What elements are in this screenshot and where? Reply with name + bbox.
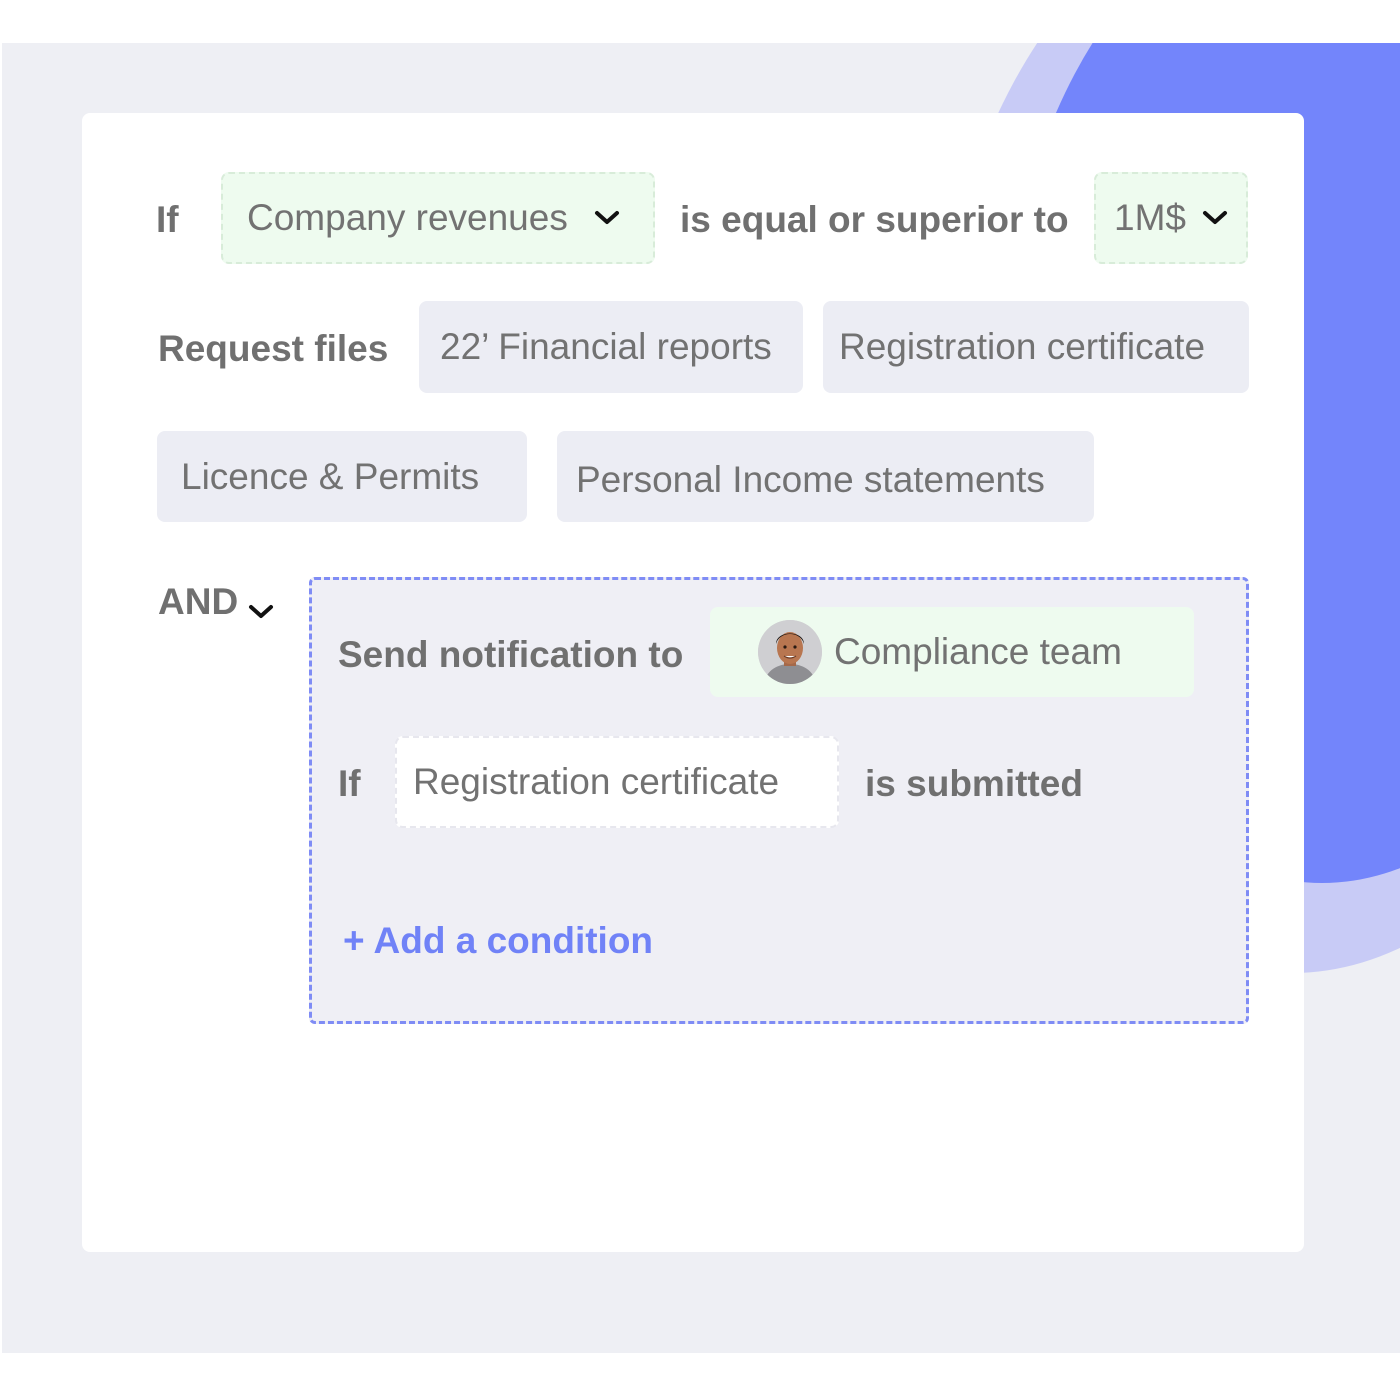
threshold-select-value: 1M$ <box>1114 197 1186 238</box>
send-notification-label: Send notification to <box>338 634 684 675</box>
recipient-chip-label: Compliance team <box>834 631 1122 672</box>
if-label: If <box>156 199 179 240</box>
threshold-select[interactable]: 1M$ <box>1094 172 1248 264</box>
file-chip[interactable]: Registration certificate <box>823 301 1249 393</box>
rule-builder-card: If Company revenues is equal or superior… <box>82 113 1304 1252</box>
field-select[interactable]: Company revenues <box>221 172 655 264</box>
file-chip-label: 22’ Financial reports <box>440 326 772 367</box>
file-chip-label: Registration certificate <box>839 326 1206 367</box>
document-select-value: Registration certificate <box>413 761 780 802</box>
file-chip-label: Personal Income statements <box>576 458 1045 500</box>
person-avatar <box>758 620 822 684</box>
status-label: is submitted <box>865 763 1083 804</box>
request-files-label: Request files <box>158 328 389 369</box>
add-condition-link[interactable]: + Add a condition <box>343 920 653 962</box>
file-chip[interactable]: Licence & Permits <box>157 431 527 522</box>
chevron-down-icon <box>1202 210 1228 226</box>
action-group: Send notification to Compliance team If … <box>309 577 1249 1024</box>
recipient-chip[interactable]: Compliance team <box>710 607 1194 697</box>
file-chip[interactable]: 22’ Financial reports <box>419 301 803 393</box>
chevron-down-icon <box>594 210 620 226</box>
sub-if-label: If <box>338 763 361 804</box>
connector-label: AND <box>158 581 239 622</box>
operator-label: is equal or superior to <box>680 199 1069 240</box>
file-chip-label: Licence & Permits <box>181 455 480 497</box>
chevron-down-icon <box>248 604 274 620</box>
connector-select[interactable]: AND <box>158 583 274 620</box>
file-chip[interactable]: Personal Income statements <box>557 431 1094 522</box>
document-select[interactable]: Registration certificate <box>395 736 839 828</box>
field-select-value: Company revenues <box>247 197 568 238</box>
